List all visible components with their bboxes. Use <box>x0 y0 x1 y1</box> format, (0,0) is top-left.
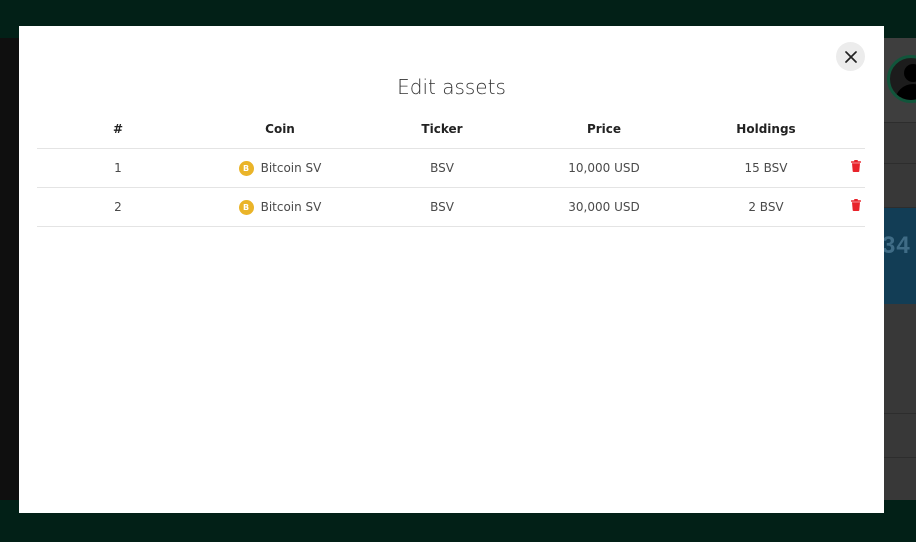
background-partial-value: 34 <box>882 232 911 259</box>
row-coin: B Bitcoin SV <box>199 148 361 188</box>
coin-name: Bitcoin SV <box>260 200 322 214</box>
coin-cell: B Bitcoin SV <box>238 199 322 215</box>
row-actions <box>847 148 865 188</box>
table-header-row: # Coin Ticker Price Holdings <box>37 110 865 149</box>
row-coin: B Bitcoin SV <box>199 187 361 227</box>
column-header-ticker: Ticker <box>361 110 523 149</box>
background-row <box>884 122 916 164</box>
delete-asset-button[interactable] <box>851 199 861 211</box>
bitcoin-sv-icon: B <box>238 199 254 215</box>
row-ticker: BSV <box>361 148 523 188</box>
background-row <box>884 414 916 458</box>
assets-table: # Coin Ticker Price Holdings 1 B Bitcoin… <box>37 110 865 227</box>
trash-icon <box>851 160 861 172</box>
edit-assets-modal: Edit assets # Coin Ticker Price Holdings… <box>19 26 884 513</box>
row-holdings: 2 BSV <box>685 187 847 227</box>
background-left-panel <box>0 38 19 500</box>
trash-icon <box>851 199 861 211</box>
table-row: 2 B Bitcoin SV BSV 30,000 USD 2 BSV <box>37 187 865 227</box>
row-ticker: BSV <box>361 187 523 227</box>
row-price: 30,000 USD <box>523 187 685 227</box>
modal-title: Edit assets <box>397 75 506 99</box>
row-index: 1 <box>37 148 199 188</box>
row-holdings: 15 BSV <box>685 148 847 188</box>
close-button[interactable] <box>836 42 865 71</box>
column-header-holdings: Holdings <box>685 110 847 149</box>
coin-cell: B Bitcoin SV <box>238 160 322 176</box>
row-index: 2 <box>37 187 199 227</box>
row-actions <box>847 187 865 227</box>
background-value-panel: 34 <box>882 208 916 304</box>
table-row: 1 B Bitcoin SV BSV 10,000 USD 15 BSV <box>37 148 865 188</box>
row-price: 10,000 USD <box>523 148 685 188</box>
column-header-index: # <box>37 110 199 149</box>
column-header-price: Price <box>523 110 685 149</box>
background-row <box>884 304 916 414</box>
coin-name: Bitcoin SV <box>260 161 322 175</box>
background-row <box>884 164 916 208</box>
close-icon <box>844 50 857 63</box>
column-header-actions <box>847 110 865 149</box>
column-header-coin: Coin <box>199 110 361 149</box>
avatar-head <box>904 64 916 82</box>
bitcoin-sv-icon: B <box>238 160 254 176</box>
delete-asset-button[interactable] <box>851 160 861 172</box>
